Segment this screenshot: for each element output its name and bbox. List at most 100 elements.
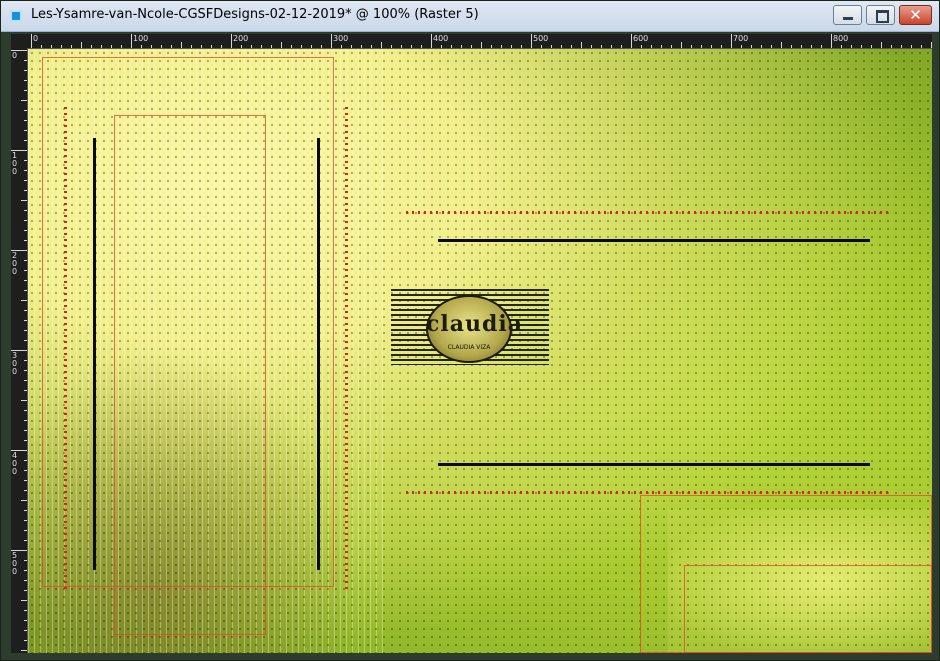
watermark-subtext: CLAUDIA VIZA bbox=[447, 344, 491, 351]
ruler-minor-tick bbox=[171, 45, 172, 48]
image-canvas[interactable]: claudia CLAUDIA VIZA bbox=[28, 49, 932, 653]
ruler-minor-tick bbox=[24, 190, 27, 191]
ruler-minor-tick bbox=[21, 100, 27, 101]
window-title: Les-Ysamre-van-Ncole-CGSFDesigns-02-12-2… bbox=[31, 7, 479, 22]
ruler-minor-tick bbox=[21, 400, 27, 401]
ruler-minor-tick bbox=[191, 45, 192, 48]
ruler-minor-tick bbox=[21, 50, 27, 51]
maximize-icon bbox=[876, 10, 889, 23]
minimize-button[interactable] bbox=[833, 5, 862, 25]
ruler-minor-tick bbox=[51, 45, 52, 48]
ruler-minor-tick bbox=[351, 45, 352, 48]
ruler-minor-tick bbox=[24, 130, 27, 131]
app-icon bbox=[10, 10, 22, 22]
ruler-minor-tick bbox=[24, 90, 27, 91]
ruler-minor-tick bbox=[24, 540, 27, 541]
ruler-minor-tick bbox=[321, 45, 322, 48]
ruler-label: 500 bbox=[12, 551, 18, 576]
vertical-ruler[interactable]: 0 100 200 300 400 500 bbox=[11, 48, 28, 653]
ruler-minor-tick bbox=[111, 45, 112, 48]
ruler-minor-tick bbox=[41, 45, 42, 48]
close-icon: ✕ bbox=[909, 6, 922, 24]
ruler-minor-tick bbox=[691, 45, 692, 48]
ruler-minor-tick bbox=[71, 45, 72, 48]
ruler-minor-tick bbox=[511, 45, 512, 48]
ruler-minor-tick bbox=[431, 42, 432, 48]
ruler-minor-tick bbox=[901, 45, 902, 48]
ruler-minor-tick bbox=[161, 45, 162, 48]
ruler-minor-tick bbox=[24, 110, 27, 111]
ruler-minor-tick bbox=[211, 45, 212, 48]
ruler-minor-tick bbox=[24, 490, 27, 491]
ruler-minor-tick bbox=[131, 42, 132, 48]
ruler-minor-tick bbox=[24, 330, 27, 331]
ruler-minor-tick bbox=[24, 240, 27, 241]
ruler-minor-tick bbox=[711, 45, 712, 48]
ruler-minor-tick bbox=[24, 320, 27, 321]
ruler-minor-tick bbox=[21, 200, 27, 201]
ruler-minor-tick bbox=[471, 45, 472, 48]
ruler-minor-tick bbox=[101, 45, 102, 48]
ruler-minor-tick bbox=[24, 420, 27, 421]
ruler-minor-tick bbox=[151, 45, 152, 48]
ruler-minor-tick bbox=[481, 42, 482, 48]
ruler-label: 0 bbox=[33, 34, 39, 43]
ruler-minor-tick bbox=[24, 290, 27, 291]
ruler-label: 100 bbox=[12, 151, 18, 176]
ruler-minor-tick bbox=[301, 45, 302, 48]
ruler-minor-tick bbox=[291, 45, 292, 48]
ruler-minor-tick bbox=[591, 45, 592, 48]
ruler-minor-tick bbox=[561, 45, 562, 48]
ruler-minor-tick bbox=[851, 45, 852, 48]
ruler-label: 400 bbox=[433, 34, 449, 43]
ruler-minor-tick bbox=[24, 170, 27, 171]
ruler-minor-tick bbox=[681, 42, 682, 48]
ruler-minor-tick bbox=[21, 150, 27, 151]
image-window: Les-Ysamre-van-Ncole-CGSFDesigns-02-12-2… bbox=[0, 0, 940, 661]
close-button[interactable]: ✕ bbox=[899, 5, 932, 25]
ruler-minor-tick bbox=[24, 210, 27, 211]
ruler-minor-tick bbox=[631, 42, 632, 48]
ruler-minor-tick bbox=[501, 45, 502, 48]
ruler-minor-tick bbox=[801, 45, 802, 48]
ruler-minor-tick bbox=[891, 45, 892, 48]
ruler-minor-tick bbox=[24, 140, 27, 141]
maximize-button[interactable] bbox=[866, 5, 895, 25]
ruler-minor-tick bbox=[24, 310, 27, 311]
ruler-minor-tick bbox=[24, 380, 27, 381]
ruler-minor-tick bbox=[21, 300, 27, 301]
ruler-minor-tick bbox=[24, 220, 27, 221]
red-dotted-line-mid bbox=[345, 107, 348, 591]
ruler-minor-tick bbox=[61, 45, 62, 48]
ruler-minor-tick bbox=[24, 460, 27, 461]
ruler-label: 300 bbox=[12, 351, 18, 376]
ruler-minor-tick bbox=[701, 45, 702, 48]
ruler-minor-tick bbox=[671, 45, 672, 48]
ruler-minor-tick bbox=[441, 45, 442, 48]
ruler-minor-tick bbox=[24, 120, 27, 121]
ruler-minor-tick bbox=[24, 160, 27, 161]
ruler-minor-tick bbox=[31, 42, 32, 48]
ruler-minor-tick bbox=[411, 45, 412, 48]
ruler-minor-tick bbox=[24, 570, 27, 571]
ruler-minor-tick bbox=[381, 42, 382, 48]
ruler-minor-tick bbox=[721, 45, 722, 48]
title-bar[interactable]: Les-Ysamre-van-Ncole-CGSFDesigns-02-12-2… bbox=[1, 1, 939, 32]
ruler-minor-tick bbox=[461, 45, 462, 48]
black-line-bottom bbox=[438, 463, 870, 466]
red-frame-inner bbox=[114, 115, 266, 635]
watermark-text: claudia bbox=[426, 311, 523, 337]
ruler-label: 200 bbox=[12, 251, 18, 276]
ruler-minor-tick bbox=[771, 45, 772, 48]
ruler-minor-tick bbox=[311, 45, 312, 48]
ruler-minor-tick bbox=[24, 430, 27, 431]
ruler-minor-tick bbox=[401, 45, 402, 48]
ruler-minor-tick bbox=[24, 480, 27, 481]
ruler-minor-tick bbox=[24, 280, 27, 281]
ruler-minor-tick bbox=[331, 42, 332, 48]
ruler-minor-tick bbox=[24, 180, 27, 181]
ruler-minor-tick bbox=[791, 45, 792, 48]
ruler-minor-tick bbox=[24, 470, 27, 471]
horizontal-ruler[interactable]: 0 100 200 300 400 500 600 700 800 bbox=[27, 34, 932, 49]
ruler-minor-tick bbox=[881, 42, 882, 48]
